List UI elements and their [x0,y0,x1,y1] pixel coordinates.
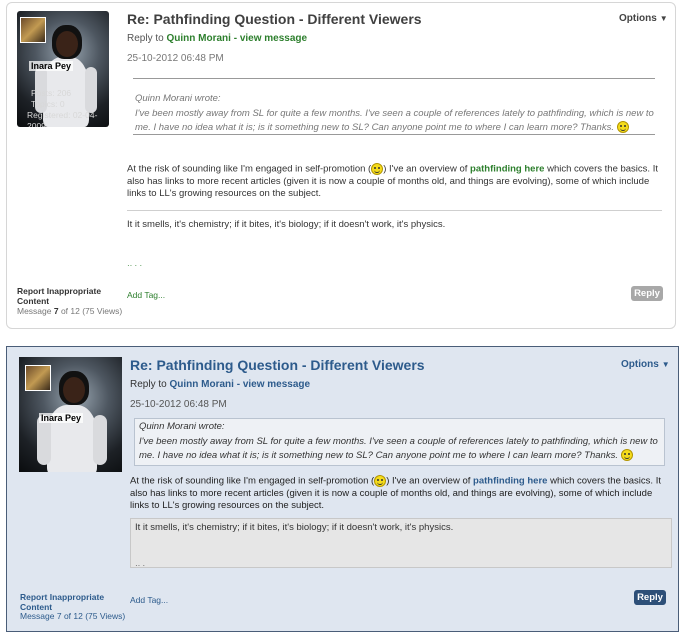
avatar-name-label: Inara Pey [39,413,84,423]
avatar-name-label: Inara Pey [29,61,74,71]
forum-post-panel-old: Inara Pey Posts: 206 Topics: 0 Registere… [6,2,676,329]
forum-post-panel-new: Inara Pey Re: Pathfinding Question - Dif… [6,346,679,632]
signature-text: It it smells, it's chemistry; if it bite… [135,522,454,533]
quote-text: I've been mostly away from SL for quite … [135,108,654,134]
chevron-down-icon: ▼ [659,14,668,23]
reply-to-user-link[interactable]: Quinn Morani [169,379,233,390]
pathfinding-link[interactable]: pathfinding here [470,164,544,175]
signature-overflow-dots: ·· · [135,561,146,570]
user-avatar[interactable]: Inara Pey Posts: 206 Topics: 0 Registere… [17,11,109,127]
reply-to-prefix: Reply to [127,33,164,44]
smiley-icon [616,121,629,134]
post-title[interactable]: Re: Pathfinding Question - Different Vie… [127,11,422,27]
user-stats: Posts: 206 Topics: 0 Registered: 02-04-2… [27,88,109,127]
quote-bottom-divider [133,134,655,135]
message-count: Message 7 of 12 (75 Views) [17,306,123,316]
options-menu[interactable]: Options ▼ [621,359,670,370]
post-date: 25-10-2012 06:48 PM [130,399,227,410]
report-inappropriate-link[interactable]: Report Inappropriate Content [17,286,117,306]
chevron-down-icon: ▼ [661,360,670,369]
reply-to-line: Reply to Quinn Morani - view message [127,33,307,44]
smiley-icon [374,475,387,487]
quote-top-divider [133,78,655,79]
quote-author: Quinn Morani wrote: [139,421,225,432]
post-body: At the risk of sounding like I'm engaged… [130,475,661,511]
quote-text: I've been mostly away from SL for quite … [139,436,658,462]
posts-count: Posts: 206 [31,88,72,98]
post-body: At the risk of sounding like I'm engaged… [127,163,658,199]
reply-to-line: Reply to Quinn Morani - view message [130,379,310,390]
smiley-icon [620,449,633,462]
signature-divider [127,210,662,211]
smiley-icon [371,163,384,175]
reply-to-separator: - [233,379,243,390]
avatar-thumbnail [20,17,46,43]
post-date: 25-10-2012 06:48 PM [127,53,224,64]
options-menu[interactable]: Options ▼ [619,13,668,24]
reply-button[interactable]: Reply [634,590,666,605]
signature-overflow-dots: ·· · · [127,261,143,270]
reply-to-user-link[interactable]: Quinn Morani [166,33,230,44]
pathfinding-link[interactable]: pathfinding here [473,476,547,487]
add-tag-link[interactable]: Add Tag... [130,595,168,605]
report-inappropriate-link[interactable]: Report Inappropriate Content [20,592,120,612]
topics-count: Topics: 0 [31,99,65,109]
message-count: Message 7 of 12 (75 Views) [20,611,126,621]
signature-text: It it smells, it's chemistry; if it bite… [127,219,446,230]
registered-date: Registered: 02-04-2009 [27,110,98,127]
reply-to-prefix: Reply to [130,379,167,390]
view-message-link[interactable]: view message [243,379,310,390]
quote-author: Quinn Morani wrote: [135,93,221,104]
add-tag-link[interactable]: Add Tag... [127,290,165,300]
options-label: Options [619,13,657,24]
options-label: Options [621,359,659,370]
view-message-link[interactable]: view message [240,33,307,44]
avatar-thumbnail [25,365,51,391]
post-title[interactable]: Re: Pathfinding Question - Different Vie… [130,357,425,373]
reply-button[interactable]: Reply [631,286,663,301]
user-avatar[interactable]: Inara Pey [19,357,122,472]
reply-to-separator: - [230,33,240,44]
